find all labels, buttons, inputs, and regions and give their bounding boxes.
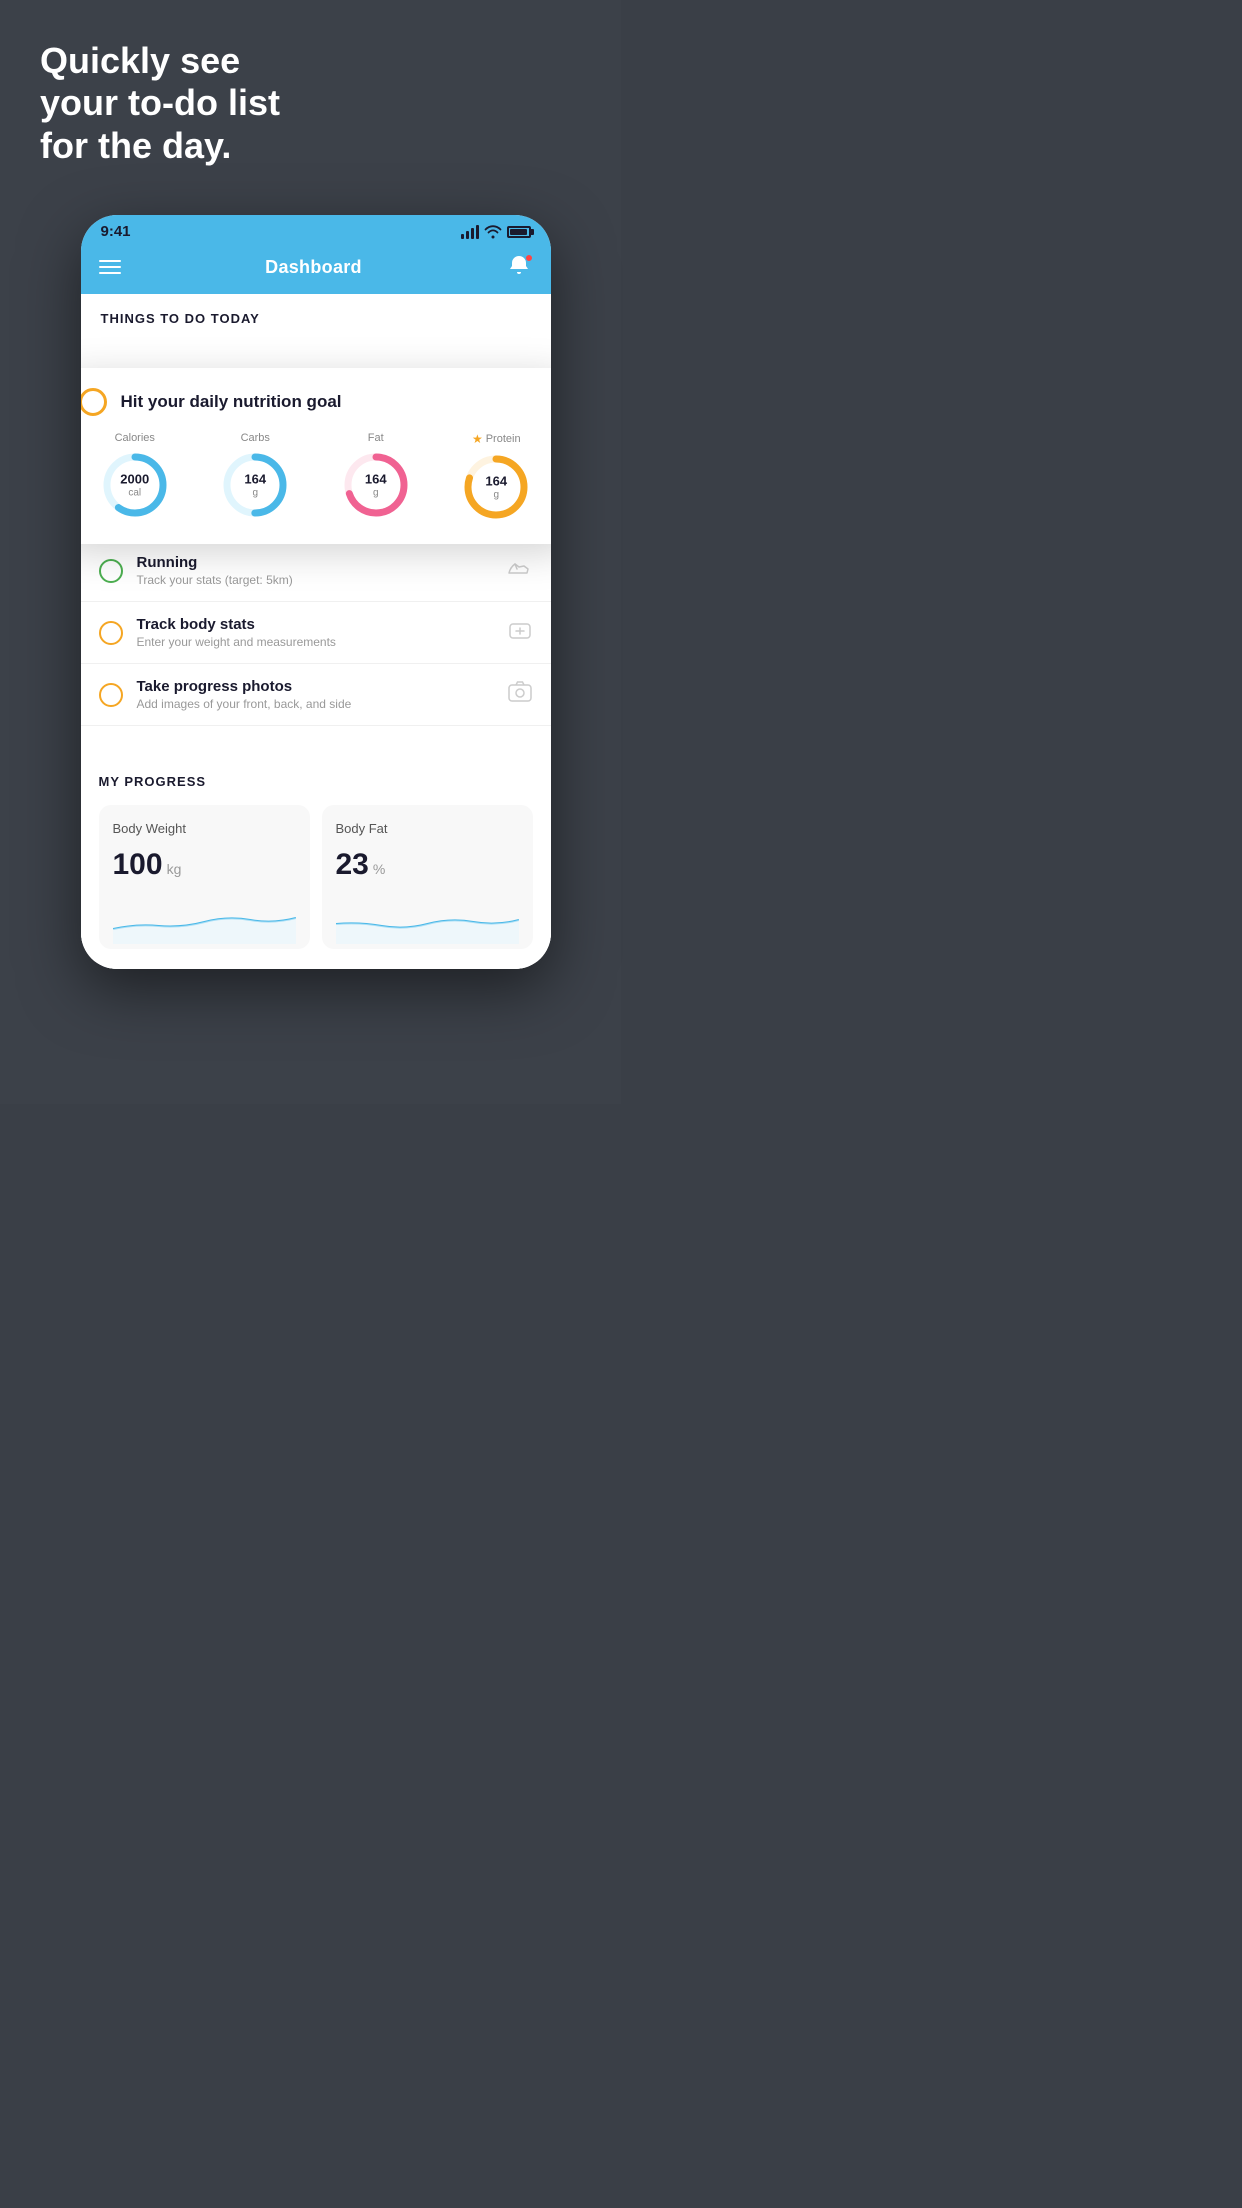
todo-sub-running: Track your stats (target: 5km) — [137, 573, 493, 587]
todo-main-body-stats: Track body stats — [137, 616, 493, 633]
nav-bar: Dashboard — [81, 244, 551, 294]
photo-icon — [507, 681, 533, 709]
nutrition-item-protein: ★ Protein 164 g — [461, 432, 531, 522]
fat-donut: 164 g — [341, 450, 411, 520]
calories-donut: 2000 cal — [100, 450, 170, 520]
todo-sub-body-stats: Enter your weight and measurements — [137, 635, 493, 649]
nutrition-item-carbs: Carbs 164 g — [220, 432, 290, 522]
nutrition-card: Hit your daily nutrition goal Calories — [81, 368, 551, 544]
body-weight-value: 100 — [113, 848, 163, 882]
todo-item-running[interactable]: Running Track your stats (target: 5km) — [81, 540, 551, 602]
fat-label: Fat — [368, 432, 384, 444]
body-weight-unit: kg — [167, 861, 182, 877]
status-bar: 9:41 — [81, 215, 551, 244]
todo-item-body-stats[interactable]: Track body stats Enter your weight and m… — [81, 602, 551, 664]
nutrition-card-header: Hit your daily nutrition goal — [81, 388, 551, 416]
todo-text-body-stats: Track body stats Enter your weight and m… — [137, 616, 493, 649]
things-to-do-header: THINGS TO DO TODAY — [81, 294, 551, 340]
signal-icon — [461, 225, 479, 239]
circle-check-icon — [81, 388, 107, 416]
body-fat-title: Body Fat — [336, 821, 519, 836]
body-fat-card: Body Fat 23 % — [322, 805, 533, 949]
headline-text: Quickly seeyour to-do listfor the day. — [40, 40, 601, 167]
body-weight-title: Body Weight — [113, 821, 296, 836]
wifi-icon — [484, 225, 502, 239]
todo-main-photos: Take progress photos — [137, 678, 493, 695]
body-weight-card: Body Weight 100 kg — [99, 805, 310, 949]
nutrition-item-fat: Fat 164 g — [341, 432, 411, 522]
nav-title: Dashboard — [265, 257, 362, 278]
body-fat-value: 23 — [336, 848, 369, 882]
battery-icon — [507, 226, 531, 238]
body-fat-value-row: 23 % — [336, 848, 519, 882]
bell-icon[interactable] — [507, 254, 533, 280]
body-weight-chart — [113, 894, 296, 944]
body-weight-value-row: 100 kg — [113, 848, 296, 882]
todo-item-photos[interactable]: Take progress photos Add images of your … — [81, 664, 551, 726]
todo-circle-running — [99, 559, 123, 583]
calories-label: Calories — [115, 432, 155, 444]
progress-title: MY PROGRESS — [99, 774, 533, 789]
star-icon: ★ — [472, 432, 483, 446]
protein-label: ★ Protein — [472, 432, 521, 446]
things-to-do-title: THINGS TO DO TODAY — [101, 311, 260, 326]
status-time: 9:41 — [101, 223, 131, 240]
protein-donut: 164 g — [461, 452, 531, 522]
todo-circle-photos — [99, 683, 123, 707]
todo-text-photos: Take progress photos Add images of your … — [137, 678, 493, 711]
status-icons — [461, 225, 531, 239]
todo-circle-body-stats — [99, 621, 123, 645]
nutrition-item-calories: Calories 2000 cal — [100, 432, 170, 522]
menu-icon[interactable] — [99, 260, 121, 274]
progress-section: MY PROGRESS Body Weight 100 kg — [81, 750, 551, 969]
todo-main-running: Running — [137, 554, 493, 571]
phone-content: THINGS TO DO TODAY Hit your daily nutrit… — [81, 294, 551, 969]
scale-icon — [507, 619, 533, 647]
shoe-icon — [507, 557, 533, 585]
nutrition-grid: Calories 2000 cal — [81, 432, 551, 522]
body-fat-chart — [336, 894, 519, 944]
nutrition-card-title: Hit your daily nutrition goal — [121, 392, 342, 412]
todo-text-running: Running Track your stats (target: 5km) — [137, 554, 493, 587]
carbs-donut: 164 g — [220, 450, 290, 520]
progress-cards: Body Weight 100 kg Body Fat — [99, 805, 533, 949]
notification-dot — [525, 254, 533, 262]
carbs-label: Carbs — [241, 432, 270, 444]
todo-sub-photos: Add images of your front, back, and side — [137, 697, 493, 711]
page-background: Quickly seeyour to-do listfor the day. 9… — [0, 0, 621, 1104]
phone-mockup: 9:41 — [81, 215, 551, 969]
body-fat-unit: % — [373, 861, 385, 877]
